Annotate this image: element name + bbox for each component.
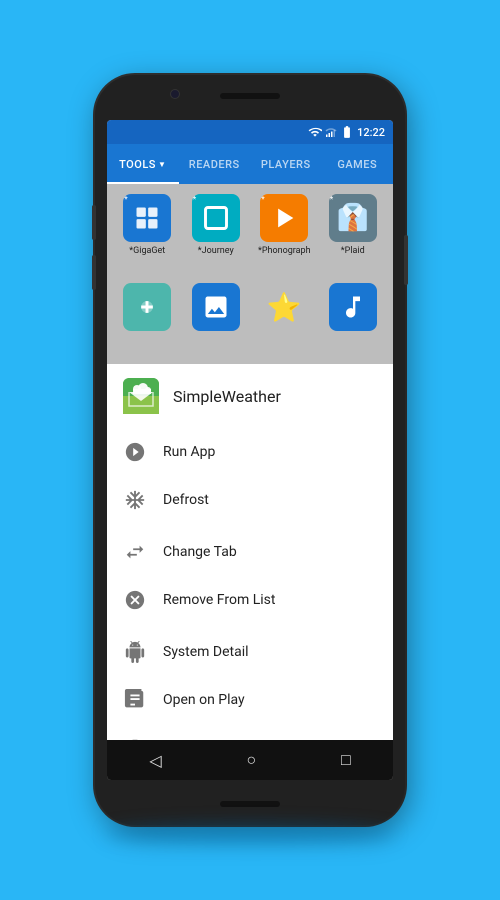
remove-list-label: Remove From List [163,592,275,608]
list-item[interactable]: * *Phonograph [254,194,315,275]
speaker-top [220,93,280,99]
camera [170,89,180,99]
menu-item-change-tab[interactable]: Change Tab [107,528,393,576]
defrost-label: Defrost [163,492,209,508]
menu-item-system-detail[interactable]: System Detail [107,628,393,676]
photo-icon [192,283,240,331]
arrows-icon [123,540,147,564]
battery-icon [340,125,354,139]
plaid-icon: 👔 * [329,194,377,242]
journey-icon: * [192,194,240,242]
status-bar: 12:22 [107,120,393,144]
power-button[interactable] [404,235,408,285]
time-display: 12:22 [357,126,385,139]
navigation-bar: ◁ ○ □ [107,740,393,780]
status-icons: 12:22 [308,125,385,139]
dropdown-arrow-icon: ▼ [158,160,166,169]
popup-app-name: SimpleWeather [173,387,281,406]
list-item[interactable]: 👔 * *Plaid [323,194,384,275]
menu-item-defrost[interactable]: Defrost [107,476,393,524]
play-store-icon [123,688,147,712]
tab-bar: TOOLS ▼ READERS PLAYERS GAMES [107,144,393,184]
home-button[interactable]: ○ [246,750,256,770]
menu-item-run-app[interactable]: Run App [107,428,393,476]
play-icon [123,440,147,464]
open-play-label: Open on Play [163,692,245,708]
menu-item-uninstall[interactable]: Uninstall [107,724,393,740]
weather-app-icon-svg [123,378,159,414]
recents-button[interactable]: □ [341,750,351,770]
list-item[interactable] [323,283,384,354]
phone-shell: 12:22 TOOLS ▼ READERS PLAYERS GAMES [95,75,405,825]
volume-up-button[interactable] [92,205,96,240]
pushbullet-icon [123,283,171,331]
signal-icon [325,126,337,138]
speaker-bottom [220,801,280,807]
tab-players[interactable]: PLAYERS [250,144,322,184]
list-item[interactable] [186,283,247,354]
change-tab-label: Change Tab [163,544,237,560]
popup-app-header: SimpleWeather [107,364,393,428]
list-item[interactable] [117,283,178,354]
system-detail-label: System Detail [163,644,249,660]
gigaget-label: *GigaGet [129,246,165,256]
simpleweather-icon [123,378,159,414]
music-icon [329,283,377,331]
android-icon [123,640,147,664]
stars-icon: ⭐ [260,283,308,331]
volume-down-button[interactable] [92,255,96,290]
journey-label: *Journey [198,246,234,256]
tab-tools[interactable]: TOOLS ▼ [107,144,179,184]
app-grid: * *GigaGet * *Journey [107,184,393,364]
list-item[interactable]: ⭐ [254,283,315,354]
screen: 12:22 TOOLS ▼ READERS PLAYERS GAMES [107,120,393,780]
menu-item-remove-list[interactable]: Remove From List [107,576,393,624]
run-app-label: Run App [163,444,215,460]
phonograph-icon: * [260,194,308,242]
remove-circle-icon [123,588,147,612]
back-button[interactable]: ◁ [149,751,161,770]
wifi-icon [308,125,322,139]
context-menu-popup: SimpleWeather Run App Defrost [107,364,393,740]
plaid-label: *Plaid [341,246,365,256]
phonograph-label: *Phonograph [258,246,311,256]
gigaget-icon: * [123,194,171,242]
tab-readers[interactable]: READERS [179,144,251,184]
menu-item-open-play[interactable]: Open on Play [107,676,393,724]
snowflake-icon [123,488,147,512]
list-item[interactable]: * *GigaGet [117,194,178,275]
tab-games[interactable]: GAMES [322,144,394,184]
list-item[interactable]: * *Journey [186,194,247,275]
